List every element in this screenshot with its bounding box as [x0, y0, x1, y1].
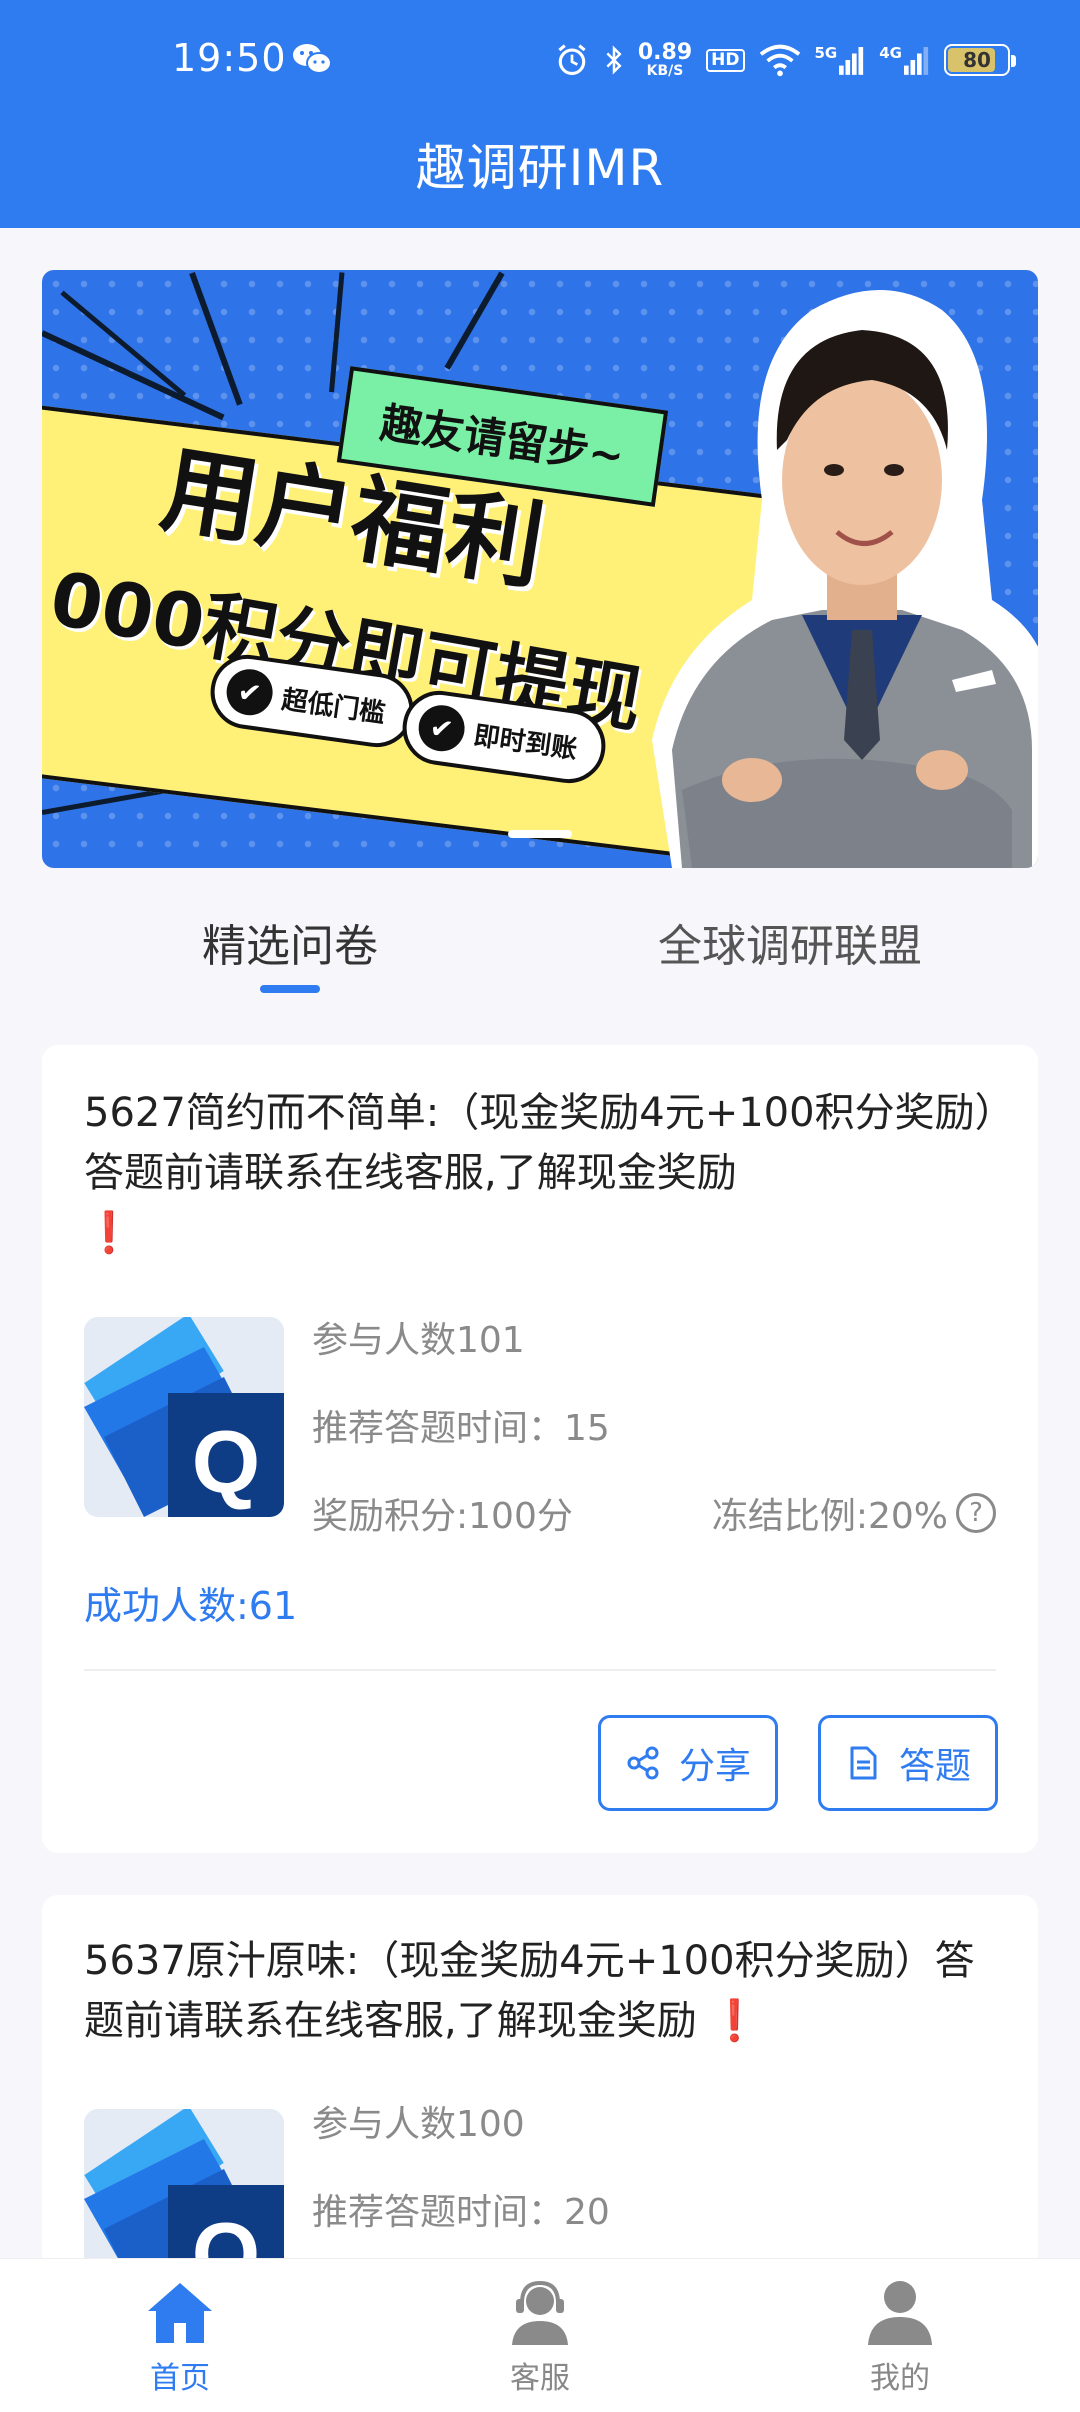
survey-title: 5637原汁原味:（现金奖励4元+100积分奖励）答题前请联系在线客服,了解现金… [84, 1931, 996, 2051]
signal-5g: 5G [815, 44, 866, 76]
signal-5g-label: 5G [814, 44, 838, 62]
signal-bars-icon [904, 47, 929, 75]
card-divider [84, 1669, 996, 1671]
bluetooth-icon [606, 45, 622, 75]
network-speed: 0.89 KB/S [637, 40, 693, 79]
nav-customer-service[interactable]: 客服 [440, 2277, 640, 2397]
status-icons: 0.89 KB/S HD 5G 4G 80 [554, 38, 1016, 82]
svg-text:Q: Q [192, 1412, 260, 1511]
survey-thumbnail: Q [84, 1317, 284, 1517]
network-speed-unit: KB/S [646, 63, 684, 79]
participants-count: 参与人数100 [312, 2104, 525, 2145]
success-count: 成功人数:61 [84, 1584, 298, 1628]
banner-indicator [42, 830, 1038, 838]
user-icon [868, 2281, 932, 2345]
page-title: 趣调研IMR [415, 139, 665, 197]
recommended-time: 推荐答题时间：20 [312, 2192, 610, 2233]
status-time: 19:50 [172, 36, 287, 80]
alarm-icon [558, 44, 586, 76]
check-icon: ✔ [415, 702, 468, 755]
exclamation-icon: ❗ [709, 1998, 760, 2044]
customer-service-icon [512, 2280, 568, 2345]
promo-banner[interactable]: 趣友请留步~ 用户福利 000积分即可提现 ✔ 超低门槛 ✔ 即时到账 [42, 270, 1038, 868]
share-icon [627, 1746, 659, 1780]
freeze-ratio-text: 冻结比例:20% [711, 1496, 948, 1537]
signal-4g: 4G [879, 44, 930, 76]
help-icon[interactable]: ? [956, 1493, 996, 1533]
answer-button[interactable]: 答题 [818, 1715, 998, 1811]
survey-title: 5627简约而不简单:（现金奖励4元+100积分奖励）答题前请联系在线客服,了解… [84, 1083, 996, 1263]
nav-home[interactable]: 首页 [80, 2277, 280, 2397]
nav-home-label: 首页 [150, 2361, 210, 2396]
signal-4g-label: 4G [879, 44, 902, 62]
survey-title-text: 5637原汁原味:（现金奖励4元+100积分奖励）答题前请联系在线客服,了解现金… [84, 1938, 975, 2044]
survey-card[interactable]: 5627简约而不简单:（现金奖励4元+100积分奖励）答题前请联系在线客服,了解… [42, 1045, 1038, 1853]
nav-profile-label: 我的 [870, 2361, 930, 2396]
survey-tabs: 精选问卷 全球调研联盟 [0, 880, 1080, 1010]
signal-bars-icon [839, 47, 864, 75]
wifi-icon [759, 44, 800, 77]
businessman-photo [652, 290, 1038, 868]
survey-title-text: 5627简约而不简单:（现金奖励4元+100积分奖励）答题前请联系在线客服,了解… [84, 1090, 995, 1196]
participants-count: 参与人数101 [312, 1320, 525, 1361]
network-speed-value: 0.89 [637, 40, 693, 65]
reward-points: 奖励积分:100分 [312, 1496, 573, 1537]
check-icon: ✔ [223, 666, 276, 719]
app-header: 19:50 0.89 KB/S HD 5G 4G 80 趣调研IMR [0, 0, 1080, 228]
banner-pill-label: 即时到账 [471, 720, 580, 765]
home-icon [148, 2283, 212, 2343]
exclamation-icon: ❗ [84, 1210, 134, 1256]
wechat-icon [293, 44, 332, 74]
tab-global-research-alliance[interactable]: 全球调研联盟 [590, 910, 990, 974]
nav-customer-service-label: 客服 [510, 2361, 570, 2396]
share-button-label: 分享 [678, 1746, 751, 1787]
banner-pill-label: 超低门槛 [279, 684, 388, 729]
tab-featured-surveys[interactable]: 精选问卷 [90, 910, 490, 974]
document-icon [850, 1746, 877, 1780]
hd-badge: HD [706, 48, 745, 72]
freeze-ratio: 冻结比例:20% ? [712, 1487, 996, 1539]
status-bar: 19:50 0.89 KB/S HD 5G 4G 80 [0, 0, 1080, 122]
recommended-time: 推荐答题时间：15 [312, 1408, 610, 1449]
survey-card[interactable]: 5637原汁原味:（现金奖励4元+100积分奖励）答题前请联系在线客服,了解现金… [42, 1895, 1038, 2315]
share-button[interactable]: 分享 [598, 1715, 778, 1811]
answer-button-label: 答题 [898, 1746, 971, 1787]
battery-level: 80 [963, 48, 991, 72]
battery-icon: 80 [944, 44, 1016, 76]
active-tab-indicator [260, 985, 320, 993]
nav-profile[interactable]: 我的 [800, 2277, 1000, 2397]
bottom-navigation: 首页 客服 我的 [0, 2258, 1080, 2412]
